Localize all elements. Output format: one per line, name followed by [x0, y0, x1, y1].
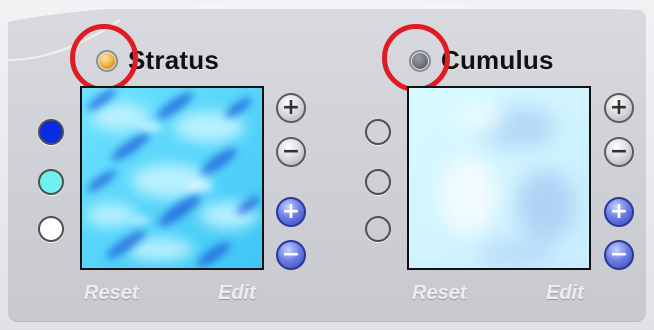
- cumulus-minus-top-button[interactable]: −: [604, 137, 634, 167]
- cumulus-status-led-icon[interactable]: [409, 49, 431, 72]
- plus-icon: +: [609, 95, 629, 120]
- cumulus-reset-link[interactable]: Reset: [412, 282, 466, 305]
- plus-icon: +: [281, 95, 301, 120]
- stratus-plus-top-button[interactable]: +: [276, 93, 306, 123]
- stratus-minus-bottom-button[interactable]: −: [276, 240, 306, 270]
- cumulus-swatch-1[interactable]: [365, 119, 391, 145]
- stratus-reset-link[interactable]: Reset: [84, 282, 138, 305]
- cumulus-plus-top-button[interactable]: +: [604, 93, 634, 123]
- stratus-title: Stratus: [128, 45, 219, 75]
- stratus-plus-bottom-button[interactable]: +: [276, 197, 306, 227]
- cumulus-minus-bottom-button[interactable]: −: [604, 240, 634, 270]
- stratus-edit-link[interactable]: Edit: [218, 282, 256, 305]
- minus-icon: −: [609, 139, 629, 164]
- cumulus-swatch-3[interactable]: [365, 216, 391, 242]
- cumulus-swatch-2[interactable]: [365, 169, 391, 195]
- stratus-minus-top-button[interactable]: −: [276, 137, 306, 167]
- cumulus-header: Cumulus: [409, 45, 554, 76]
- minus-icon: −: [609, 242, 629, 267]
- cumulus-preview[interactable]: [407, 86, 591, 270]
- stratus-cloud-texture: [82, 88, 262, 268]
- plus-icon: +: [609, 199, 629, 224]
- minus-icon: −: [281, 139, 301, 164]
- minus-icon: −: [281, 242, 301, 267]
- cumulus-cloud-texture: [409, 88, 589, 268]
- plus-icon: +: [281, 199, 301, 224]
- stratus-swatch-1[interactable]: [38, 119, 64, 145]
- cumulus-title: Cumulus: [441, 45, 554, 75]
- stratus-header: Stratus: [96, 45, 219, 76]
- stratus-swatch-2[interactable]: [38, 169, 64, 195]
- cumulus-edit-link[interactable]: Edit: [546, 282, 584, 305]
- stratus-status-led-icon[interactable]: [96, 49, 118, 72]
- cumulus-plus-bottom-button[interactable]: +: [604, 197, 634, 227]
- stratus-swatch-3[interactable]: [38, 216, 64, 242]
- stratus-preview[interactable]: [80, 86, 264, 270]
